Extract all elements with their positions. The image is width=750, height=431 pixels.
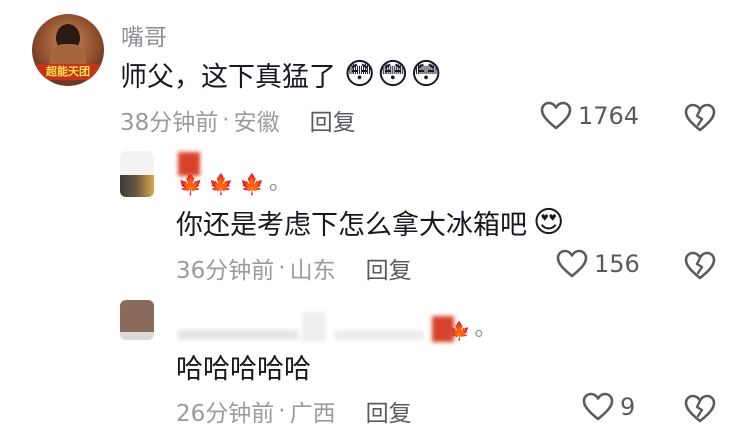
comment-text: 哈哈哈哈哈 [176,353,311,385]
comment-location: 安徽 [233,110,280,136]
username-block [432,316,454,342]
comment-body: 你还是考虑下怎么拿大冰箱吧 😍 [176,202,564,242]
heart-icon [582,392,614,422]
heart-eyes-emoji-icon: 😍 [533,204,565,240]
dislike-heart-icon[interactable] [684,394,716,424]
maple-leaf-icon: 🍁 [208,172,234,196]
dislike-heart-icon[interactable] [684,251,716,281]
reply-button[interactable]: 回复 [366,394,412,428]
username-block [302,312,326,342]
comment-time: 26分钟前 [176,401,275,427]
like-button[interactable]: 1764 [540,101,639,131]
comment-meta: 26分钟前 · 广西 回复 [176,394,412,428]
like-button[interactable]: 156 [556,249,640,279]
flushed-emoji-icon: 😳😳😳 [344,56,444,92]
avatar[interactable] [120,300,154,340]
reply-button[interactable]: 回复 [310,103,356,137]
avatar[interactable]: 超能天团 [32,14,104,86]
comment-location: 山东 [289,258,336,284]
comment-username[interactable]: 🍁 。 [178,300,497,342]
like-count: 156 [594,250,640,278]
avatar[interactable] [120,151,154,197]
comment-time: 38分钟前 [120,110,219,136]
like-count: 9 [620,393,636,421]
avatar-badge-label: 超能天团 [36,64,100,80]
meta-separator: · [278,255,286,281]
username-block [178,330,298,340]
maple-leaf-icon: 🍁 [239,172,265,196]
comment-body: 哈哈哈哈哈 [176,346,311,386]
comment-location: 广西 [289,401,336,427]
username-suffix: 。 [474,315,498,341]
username-suffix: 。 [268,169,292,195]
comment-item: 超能天团 嘴哥 师父，这下真猛了 😳😳😳 38分钟前 · 安徽 回复 1764 [0,0,750,150]
comment-username[interactable]: 嘴哥 [121,18,167,52]
comment-meta: 36分钟前 · 山东 回复 [176,251,412,285]
heart-icon [556,249,588,279]
reply-item: 🍁 🍁 🍁 。 你还是考虑下怎么拿大冰箱吧 😍 36分钟前 · 山东 回复 15… [0,145,750,290]
reply-button[interactable]: 回复 [366,251,412,285]
heart-icon [540,101,572,131]
comment-text: 师父，这下真猛了 [120,61,336,93]
dislike-heart-icon[interactable] [684,103,716,133]
username-block [178,152,200,176]
comment-body: 师父，这下真猛了 😳😳😳 [120,54,444,94]
reply-item: 🍁 。 哈哈哈哈哈 26分钟前 · 广西 回复 9 [0,290,750,431]
like-button[interactable]: 9 [582,392,635,422]
meta-separator: · [278,398,286,424]
comment-text: 你还是考虑下怎么拿大冰箱吧 [176,209,527,241]
comment-meta: 38分钟前 · 安徽 回复 [120,103,356,137]
comment-username[interactable]: 🍁 🍁 🍁 。 [178,150,292,196]
meta-separator: · [222,107,230,133]
like-count: 1764 [578,102,640,130]
comment-time: 36分钟前 [176,258,275,284]
username-block [334,330,424,340]
